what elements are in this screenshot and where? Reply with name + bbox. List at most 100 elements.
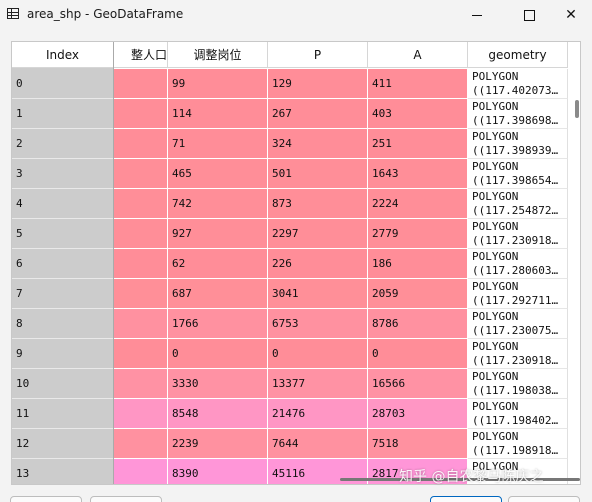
cell-jobs[interactable]: 927 [168,219,268,249]
cell-p[interactable]: 0 [268,339,368,369]
cell-population[interactable] [113,369,168,399]
cell-a[interactable]: 7518 [368,429,468,459]
cell-geometry[interactable]: POLYGON ((117.402073… [468,69,568,99]
column-header-geometry[interactable]: geometry [468,42,568,68]
cell-geometry[interactable]: POLYGON ((117.292711… [468,279,568,309]
cell-p[interactable]: 3041 [268,279,368,309]
vertical-scrollbar[interactable] [575,100,579,118]
cell-jobs[interactable]: 1766 [168,309,268,339]
cell-a[interactable]: 8786 [368,309,468,339]
cell-population[interactable] [113,189,168,219]
index-cell[interactable]: 0 [12,69,113,99]
cell-geometry[interactable]: POLYGON ((117.230918… [468,219,568,249]
cell-p[interactable]: 873 [268,189,368,219]
index-cell[interactable]: 10 [12,369,113,399]
maximize-button[interactable] [506,0,552,30]
cell-a[interactable]: 251 [368,129,468,159]
cell-jobs[interactable]: 0 [168,339,268,369]
cell-geometry[interactable]: POLYGON ((117.398654… [468,159,568,189]
index-cell[interactable]: 12 [12,429,113,459]
cell-p[interactable]: 7644 [268,429,368,459]
cell-jobs[interactable]: 71 [168,129,268,159]
cell-jobs[interactable]: 99 [168,69,268,99]
cell-jobs[interactable]: 742 [168,189,268,219]
cell-p[interactable]: 267 [268,99,368,129]
dataframe-table[interactable]: 整人口 调整岗位 P A geometry 99 129 411 POLYGON ((1… [11,41,581,485]
cell-population[interactable] [113,459,168,484]
cell-p[interactable]: 324 [268,129,368,159]
index-cell[interactable]: 13 [12,459,113,484]
cell-a[interactable]: 403 [368,99,468,129]
cell-geometry[interactable]: POLYGON ((117.398698… [468,99,568,129]
cell-population[interactable] [113,429,168,459]
column-header-jobs[interactable]: 调整岗位 [168,42,268,68]
close-button[interactable]: ✕ [550,0,592,30]
cell-jobs[interactable]: 8548 [168,399,268,429]
cell-jobs[interactable]: 62 [168,249,268,279]
cell-population[interactable] [113,219,168,249]
cell-p[interactable]: 501 [268,159,368,189]
cell-population[interactable] [113,339,168,369]
index-cell[interactable]: 2 [12,129,113,159]
column-header-population[interactable]: 整人口 [113,42,168,68]
cell-population[interactable] [113,99,168,129]
cell-a[interactable]: 411 [368,69,468,99]
index-column: Index 0 1 2 3 4 5 6 7 8 9 10 11 12 13 [12,42,114,484]
cell-population[interactable] [113,159,168,189]
bottom-button-3[interactable] [430,496,502,502]
bottom-button-2[interactable] [90,496,162,502]
cell-p[interactable]: 129 [268,69,368,99]
index-cell[interactable]: 9 [12,339,113,369]
cell-population[interactable] [113,249,168,279]
cell-population[interactable] [113,309,168,339]
cell-a[interactable]: 186 [368,249,468,279]
cell-a[interactable]: 2224 [368,189,468,219]
cell-a[interactable]: 16566 [368,369,468,399]
index-cell[interactable]: 8 [12,309,113,339]
cell-geometry[interactable]: POLYGON ((117.198038… [468,369,568,399]
column-header-a[interactable]: A [368,42,468,68]
cell-jobs[interactable]: 687 [168,279,268,309]
cell-jobs[interactable]: 465 [168,159,268,189]
index-cell[interactable]: 11 [12,399,113,429]
cell-p[interactable]: 226 [268,249,368,279]
cell-geometry[interactable]: POLYGON ((117.230918… [468,339,568,369]
cell-geometry[interactable]: POLYGON ((117.198918… [468,429,568,459]
cell-geometry[interactable]: POLYGON ((117.198402… [468,399,568,429]
cell-jobs[interactable]: 8390 [168,459,268,484]
index-cell[interactable]: 4 [12,189,113,219]
cell-a[interactable]: 28703 [368,399,468,429]
cell-geometry[interactable]: POLYGON ((117.398939… [468,129,568,159]
cell-geometry[interactable]: POLYGON ((117.230075… [468,309,568,339]
index-cell[interactable]: 6 [12,249,113,279]
cell-a[interactable]: 2059 [368,279,468,309]
title-bar[interactable]: area_shp - GeoDataFrame ✕ [0,0,592,30]
bottom-button-4[interactable] [508,496,580,502]
cell-jobs[interactable]: 2239 [168,429,268,459]
index-header[interactable]: Index [12,42,113,68]
minimize-button[interactable] [454,0,500,30]
cell-jobs[interactable]: 3330 [168,369,268,399]
cell-population[interactable] [113,129,168,159]
cell-p[interactable]: 6753 [268,309,368,339]
cell-a[interactable]: 2779 [368,219,468,249]
cell-p[interactable]: 13377 [268,369,368,399]
column-header-p[interactable]: P [268,42,368,68]
cell-a[interactable]: 0 [368,339,468,369]
cell-p[interactable]: 21476 [268,399,368,429]
cell-p[interactable]: 2297 [268,219,368,249]
cell-geometry[interactable]: POLYGON ((117.280603… [468,249,568,279]
cell-jobs[interactable]: 114 [168,99,268,129]
geometry-coords: ((117.230075… [472,324,559,337]
index-cell[interactable]: 1 [12,99,113,129]
cell-geometry[interactable]: POLYGON ((117.254872… [468,189,568,219]
cell-a[interactable]: 1643 [368,159,468,189]
bottom-button-1[interactable] [10,496,82,502]
index-cell[interactable]: 3 [12,159,113,189]
cell-population[interactable] [113,399,168,429]
cell-population[interactable] [113,279,168,309]
cell-p[interactable]: 45116 [268,459,368,484]
index-cell[interactable]: 7 [12,279,113,309]
index-cell[interactable]: 5 [12,219,113,249]
cell-population[interactable] [113,69,168,99]
